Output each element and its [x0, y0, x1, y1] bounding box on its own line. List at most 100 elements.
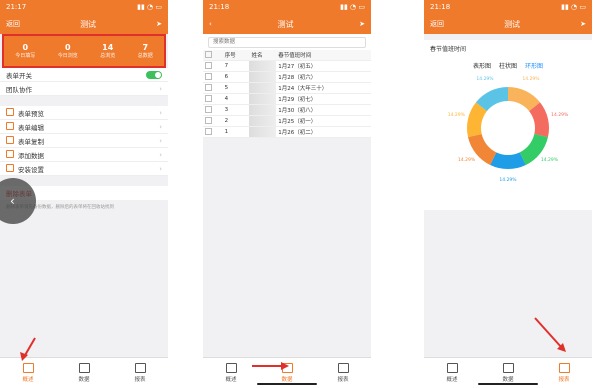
assistive-touch-button[interactable]: ‹	[0, 178, 36, 224]
row-checkbox[interactable]	[205, 83, 212, 91]
share-icon[interactable]: ➤	[359, 20, 365, 28]
back-icon[interactable]: ‹	[209, 20, 212, 28]
blurred-name: x	[249, 126, 277, 138]
chart-tab-bar[interactable]: 柱状图	[499, 61, 517, 70]
search-input[interactable]	[208, 36, 366, 48]
row-checkbox[interactable]	[205, 127, 212, 135]
row-checkbox[interactable]	[205, 61, 212, 69]
tab-overview[interactable]: 概述	[0, 358, 56, 388]
signal-icon: ▮▮ ◔ ▭	[561, 3, 586, 11]
status-bar: 21:17 ▮▮ ◔ ▭	[0, 0, 168, 14]
donut-slice[interactable]	[475, 87, 509, 112]
status-time: 21:17	[6, 3, 27, 11]
table-row[interactable]: 7x1月27（初五）	[203, 60, 371, 72]
row-checkbox[interactable]	[205, 72, 212, 80]
blurred-name: x	[249, 115, 277, 127]
stat-today-view: 0 今日浏览	[57, 43, 78, 59]
back-button[interactable]: 返回	[430, 19, 444, 29]
chevron-right-icon: ›	[159, 108, 162, 117]
signal-icon: ▮▮ ◔ ▭	[340, 3, 365, 11]
action-add-data[interactable]: 添加数据 ›	[0, 148, 168, 162]
donut-slice[interactable]	[467, 102, 488, 138]
row-checkbox[interactable]	[205, 105, 212, 113]
donut-slice[interactable]	[490, 152, 526, 169]
tab-data[interactable]: 数据	[56, 358, 112, 388]
edit-icon	[6, 121, 14, 130]
copy-icon	[6, 135, 14, 144]
slice-label: 14.29%	[476, 76, 494, 82]
action-copy[interactable]: 表单复制 ›	[0, 134, 168, 148]
slice-label: 14.29%	[499, 177, 517, 183]
tab-report[interactable]: 报表	[536, 358, 592, 388]
form-toggle-row[interactable]: 表单开关	[0, 68, 168, 82]
donut-slice[interactable]	[528, 102, 549, 138]
blurred-name: x	[249, 93, 277, 105]
row-checkbox[interactable]	[205, 94, 212, 102]
search-bar	[203, 34, 371, 50]
actions-group: 表单预览 › 表单编辑 › 表单复制 › 添加数据 › 安装设置 ›	[0, 106, 168, 176]
status-time: 21:18	[209, 3, 230, 11]
data-table: 序号 姓名 春节值班时间 7x1月27（初五） 6x1月28（初六） 5x1月2…	[203, 50, 371, 138]
data-icon	[502, 363, 514, 373]
chevron-right-icon: ›	[159, 136, 162, 145]
slice-label: 14.29%	[448, 112, 466, 118]
chart-type-tabs: 表形图 柱状图 环形图	[424, 61, 592, 70]
phone-report-screen: 21:18 ▮▮ ◔ ▭ 返回 测试 ➤ 春节值班时间 表形图 柱状图 环形图 …	[424, 0, 592, 388]
tab-overview[interactable]: 概述	[203, 358, 259, 388]
stat-total-view: 14 总浏览	[100, 43, 116, 59]
home-indicator	[257, 383, 317, 385]
table-row[interactable]: 2x1月25（初一）	[203, 115, 371, 127]
table-row[interactable]: 5x1月24（大年三十）	[203, 82, 371, 94]
blurred-name: x	[249, 71, 277, 83]
data-icon	[281, 363, 293, 373]
table-row[interactable]: 3x1月30（初八）	[203, 104, 371, 116]
page-title: 测试	[80, 19, 97, 29]
form-toggle-switch[interactable]	[146, 70, 162, 79]
team-row[interactable]: 团队协作 ›	[0, 82, 168, 96]
share-icon[interactable]: ➤	[156, 20, 162, 28]
slice-label: 14.29%	[522, 76, 540, 82]
chart-title: 春节值班时间	[430, 46, 467, 53]
overview-icon	[22, 363, 34, 373]
chevron-right-icon: ›	[159, 150, 162, 159]
tab-report[interactable]: 报表	[315, 358, 371, 388]
chevron-right-icon: ›	[159, 164, 162, 173]
tab-bar: 概述 数据 报表	[0, 357, 168, 388]
slice-label: 14.29%	[551, 112, 569, 118]
chart-tab-donut[interactable]: 环形图	[525, 61, 543, 70]
chevron-right-icon: ›	[159, 84, 162, 93]
overview-icon	[446, 363, 458, 373]
donut-slice[interactable]	[507, 87, 541, 112]
row-checkbox[interactable]	[205, 116, 212, 124]
report-icon	[558, 363, 570, 373]
chart-tab-table[interactable]: 表形图	[473, 61, 491, 70]
blurred-name: x	[249, 104, 277, 116]
slice-label: 14.29%	[458, 157, 476, 163]
stats-panel: 0 今日填写 0 今日浏览 14 总浏览 7 总数据	[2, 34, 166, 68]
tab-report[interactable]: 报表	[112, 358, 168, 388]
table-row[interactable]: 6x1月28（初六）	[203, 71, 371, 83]
action-edit[interactable]: 表单编辑 ›	[0, 120, 168, 134]
settings-icon	[6, 163, 14, 172]
donut-slice[interactable]	[519, 133, 548, 165]
back-button[interactable]: 返回	[6, 19, 20, 29]
action-settings[interactable]: 安装设置 ›	[0, 162, 168, 176]
phone-overview-screen: 21:17 ▮▮ ◔ ▭ 返回 测试 ➤ 0 今日填写 0 今日浏览 14 总浏览 7…	[0, 0, 168, 388]
tab-overview[interactable]: 概述	[424, 358, 480, 388]
blurred-name: x	[249, 60, 277, 72]
table-row[interactable]: 4x1月29（初七）	[203, 93, 371, 105]
table-row[interactable]: 1x1月26（初二）	[203, 126, 371, 138]
preview-icon	[6, 107, 14, 116]
donut-slice[interactable]	[468, 133, 497, 165]
col-name: 姓名	[249, 50, 277, 61]
select-all-checkbox[interactable]	[203, 50, 223, 61]
blurred-name: x	[249, 82, 277, 94]
status-bar: 21:18 ▮▮ ◔ ▭	[424, 0, 592, 14]
share-icon[interactable]: ➤	[580, 20, 586, 28]
report-icon	[337, 363, 349, 373]
page-title: 测试	[504, 19, 521, 29]
phone-data-screen: 21:18 ▮▮ ◔ ▭ ‹ 测试 ➤ 序号 姓名 春节值班时间 7x1月27（…	[203, 0, 371, 388]
chart-card: 春节值班时间 表形图 柱状图 环形图 14.29% 14.29% 14.29% 14.…	[424, 40, 592, 210]
action-preview[interactable]: 表单预览 ›	[0, 106, 168, 120]
arrow-icon: ‹	[10, 194, 15, 208]
